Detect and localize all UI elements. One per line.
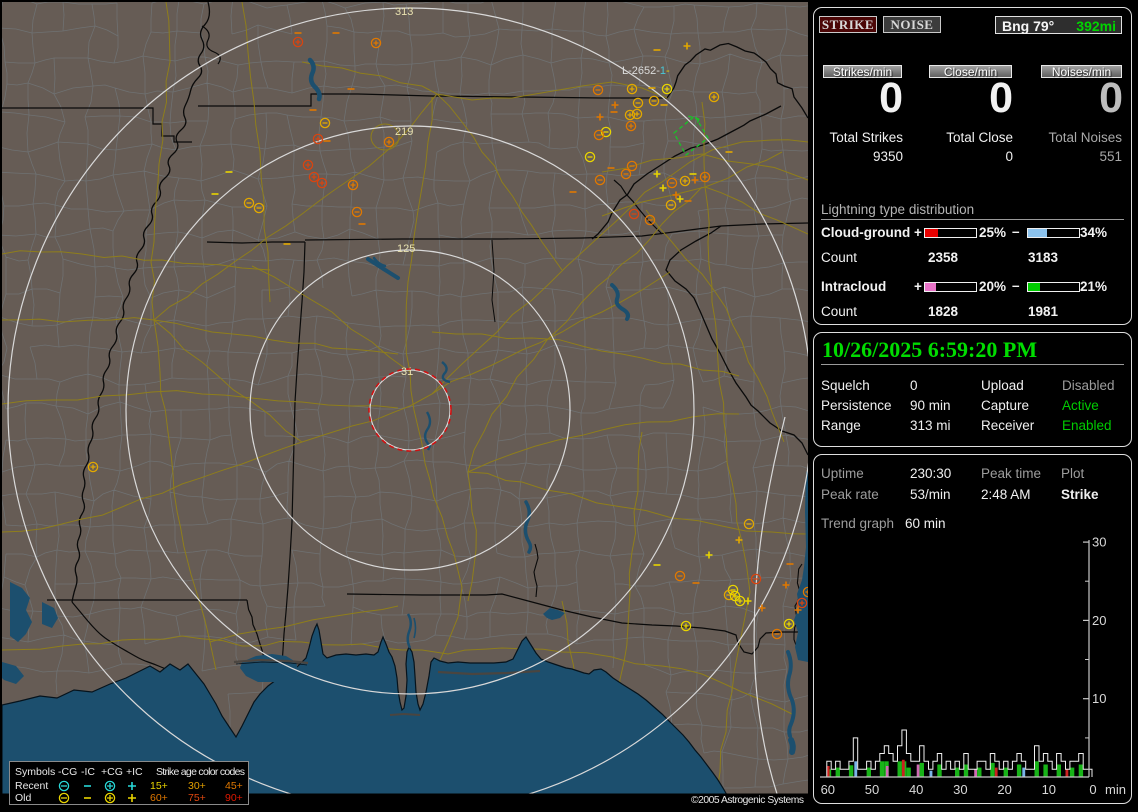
svg-text:0: 0 [1089,782,1096,797]
svg-text:20: 20 [997,782,1011,797]
svg-text:Symbols: Symbols [15,766,55,778]
svg-text:©2005 Astrogenic Systems: ©2005 Astrogenic Systems [691,795,804,806]
svg-text:50: 50 [865,782,879,797]
svg-text:+IC: +IC [126,766,143,778]
svg-text:60+: 60+ [150,792,168,804]
svg-text:L-2652-1-: L-2652-1- [622,65,670,77]
svg-text:31: 31 [401,366,413,378]
svg-text:Strike age color codes: Strike age color codes [156,766,245,778]
svg-text:Recent: Recent [15,780,48,792]
svg-text:45+: 45+ [225,780,243,792]
svg-text:min: min [1105,782,1126,797]
svg-text:10: 10 [1042,782,1056,797]
svg-text:90+: 90+ [225,792,243,804]
svg-text:Old: Old [15,792,32,804]
svg-text:10: 10 [1092,691,1106,706]
svg-text:30: 30 [1092,535,1106,550]
svg-text:+CG: +CG [101,766,123,778]
svg-text:15+: 15+ [150,780,168,792]
svg-text:219: 219 [395,126,413,138]
svg-text:75+: 75+ [188,792,206,804]
svg-text:40: 40 [909,782,923,797]
svg-text:-IC: -IC [81,766,95,778]
svg-text:-CG: -CG [58,766,77,778]
svg-text:60: 60 [821,782,835,797]
svg-text:30: 30 [953,782,967,797]
svg-text:30+: 30+ [188,780,206,792]
svg-text:125: 125 [397,243,415,255]
svg-text:20: 20 [1092,613,1106,628]
svg-text:313: 313 [395,6,413,18]
